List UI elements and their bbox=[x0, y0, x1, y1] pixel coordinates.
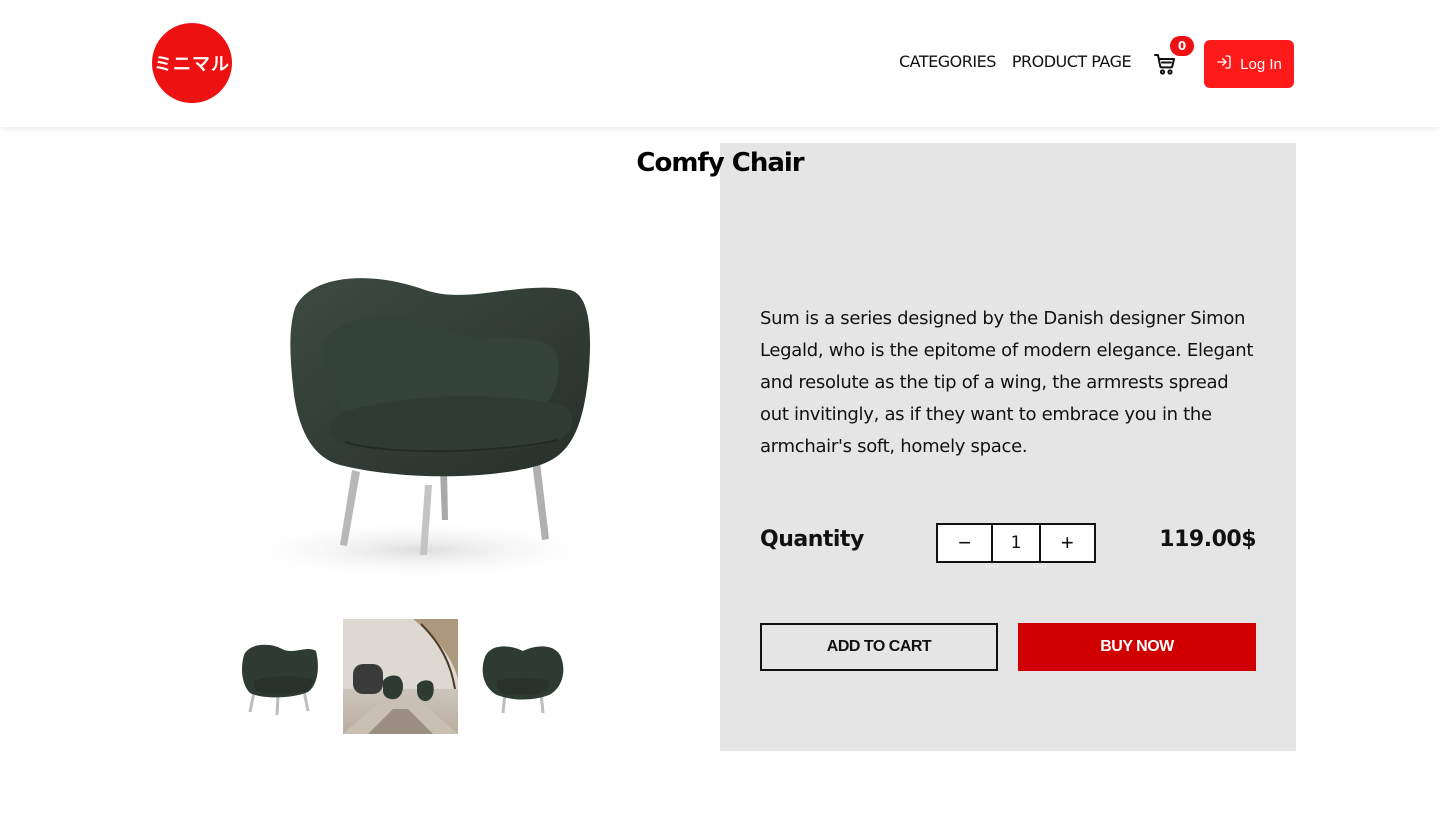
decrement-button[interactable]: − bbox=[938, 525, 992, 561]
login-label: Log In bbox=[1240, 55, 1282, 73]
increment-button[interactable]: + bbox=[1040, 525, 1094, 561]
login-icon bbox=[1216, 54, 1232, 74]
quantity-label: Quantity bbox=[760, 527, 864, 552]
nav-categories[interactable]: CATEGORIES bbox=[899, 52, 996, 71]
thumbnail-chair-scene[interactable] bbox=[343, 619, 458, 734]
thumbnail-chair-front[interactable] bbox=[473, 619, 573, 734]
cart-count-badge: 0 bbox=[1170, 36, 1194, 56]
cart-icon[interactable] bbox=[1153, 52, 1177, 76]
logo-text: ミニマル bbox=[154, 54, 230, 75]
quantity-value[interactable]: 1 bbox=[991, 525, 1041, 561]
nav-product-page[interactable]: PRODUCT PAGE bbox=[1012, 52, 1132, 71]
product-main-image bbox=[220, 230, 620, 600]
product-price: 119.00$ bbox=[1159, 527, 1256, 552]
product-description: Sum is a series designed by the Danish d… bbox=[760, 308, 1254, 457]
thumbnail-strip bbox=[228, 619, 573, 734]
login-button[interactable]: Log In bbox=[1204, 40, 1294, 88]
add-to-cart-button[interactable]: ADD TO CART bbox=[760, 623, 998, 671]
buy-now-button[interactable]: BUY NOW bbox=[1018, 623, 1256, 671]
logo[interactable]: ミニマル bbox=[152, 23, 232, 103]
product-details-panel: Sum is a series designed by the Danish d… bbox=[720, 143, 1296, 751]
main-nav: CATEGORIES PRODUCT PAGE bbox=[899, 52, 1132, 71]
quantity-stepper: − 1 + bbox=[936, 523, 1096, 563]
thumbnail-chair-angle[interactable] bbox=[228, 619, 328, 734]
product-title: Comfy Chair bbox=[636, 148, 804, 178]
site-header: ミニマル CATEGORIES PRODUCT PAGE 0 Log In bbox=[0, 0, 1440, 127]
